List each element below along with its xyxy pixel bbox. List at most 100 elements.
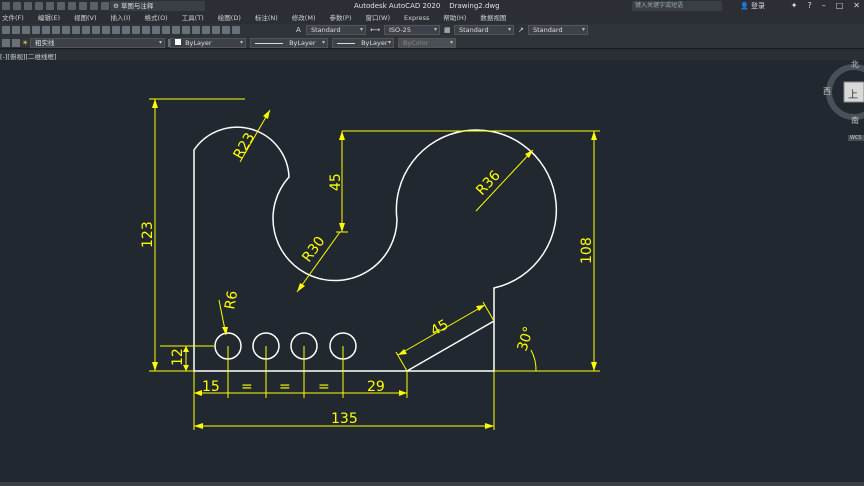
viewcube-west[interactable]: 西 bbox=[823, 86, 831, 97]
workspace-selector[interactable]: ⚙ 草图与注释 bbox=[110, 1, 205, 11]
plot-icon[interactable] bbox=[57, 2, 65, 10]
dim-text-r6: R6 bbox=[222, 289, 241, 310]
dim-style-value: ISO-25 bbox=[389, 26, 411, 34]
angle-arc bbox=[530, 349, 537, 372]
print-icon[interactable] bbox=[32, 26, 40, 34]
menu-item-2[interactable]: 视图(V) bbox=[74, 13, 97, 24]
login-label: 登录 bbox=[750, 2, 765, 10]
tool-palettes-icon[interactable] bbox=[192, 26, 200, 34]
part-outline bbox=[193, 126, 558, 372]
workspace-label: 草图与注释 bbox=[120, 2, 154, 10]
new-file-icon[interactable] bbox=[13, 2, 21, 10]
menu-item-6[interactable]: 绘图(D) bbox=[218, 13, 241, 24]
save-as-icon[interactable] bbox=[46, 2, 54, 10]
dim-text-45v: 45 bbox=[328, 173, 344, 191]
menu-item-8[interactable]: 修改(M) bbox=[292, 13, 316, 24]
app-menu-icon[interactable] bbox=[2, 2, 10, 10]
save-icon[interactable] bbox=[22, 26, 30, 34]
window-title: Autodesk AutoCAD 2020 Drawing2.dwg bbox=[354, 2, 500, 10]
publish-icon[interactable] bbox=[52, 26, 60, 34]
markup-icon[interactable] bbox=[212, 26, 220, 34]
viewcube[interactable]: 北 西 南 上 WCS bbox=[818, 60, 864, 150]
match-properties-icon[interactable] bbox=[92, 26, 100, 34]
dim-45s-ext-1 bbox=[395, 351, 408, 372]
lineweight-select[interactable]: ByLayer bbox=[332, 38, 394, 48]
share-icon[interactable] bbox=[79, 2, 87, 10]
linetype-select[interactable]: ByLayer bbox=[250, 38, 328, 48]
exchange-icon[interactable]: ✦ bbox=[791, 1, 798, 10]
menu-item-10[interactable]: 窗口(W) bbox=[365, 13, 390, 24]
menu-item-4[interactable]: 格式(O) bbox=[145, 13, 168, 24]
undo-icon[interactable] bbox=[112, 26, 120, 34]
new-icon[interactable] bbox=[2, 26, 10, 34]
dim-text-eq-3: = bbox=[318, 379, 330, 395]
linetype-value: ByLayer bbox=[289, 39, 316, 47]
arrow-45s-2 bbox=[476, 305, 485, 311]
color-select[interactable]: ByLayer bbox=[170, 38, 246, 48]
open-icon[interactable] bbox=[12, 26, 20, 34]
menu-item-0[interactable]: 文件(F) bbox=[2, 13, 24, 24]
menu-item-5[interactable]: 工具(T) bbox=[182, 13, 204, 24]
pan-icon[interactable] bbox=[132, 26, 140, 34]
cut-icon[interactable] bbox=[62, 26, 70, 34]
properties-icon[interactable] bbox=[172, 26, 180, 34]
layer-visible-icon[interactable]: ☀ bbox=[22, 39, 28, 47]
redo-icon[interactable] bbox=[122, 26, 130, 34]
print-icon[interactable] bbox=[68, 2, 76, 10]
login-button[interactable]: 👤 登录 bbox=[740, 1, 765, 11]
menu-item-7[interactable]: 标注(N) bbox=[255, 13, 278, 24]
help-icon[interactable]: ? bbox=[807, 1, 811, 10]
wcs-label[interactable]: WCS bbox=[848, 135, 864, 141]
preview-icon[interactable] bbox=[42, 26, 50, 34]
menu-item-3[interactable]: 插入(I) bbox=[111, 13, 131, 24]
multileader-style-select[interactable]: Standard bbox=[528, 25, 588, 35]
menu-item-1[interactable]: 编辑(E) bbox=[38, 13, 60, 24]
copy-icon[interactable] bbox=[72, 26, 80, 34]
table-style-value: Standard bbox=[459, 26, 489, 34]
arrow-108-bottom bbox=[591, 362, 597, 371]
menu-item-11[interactable]: Express bbox=[404, 13, 429, 24]
save-icon[interactable] bbox=[35, 2, 43, 10]
user-icon: 👤 bbox=[740, 2, 749, 10]
file-name: Drawing2.dwg bbox=[449, 2, 500, 10]
open-file-icon[interactable] bbox=[24, 2, 32, 10]
menu-item-9[interactable]: 参数(P) bbox=[329, 13, 351, 24]
menu-item-13[interactable]: 数据视图 bbox=[480, 13, 506, 24]
table-style-icon: ▦ bbox=[444, 26, 451, 34]
app-name: Autodesk AutoCAD 2020 bbox=[354, 2, 441, 10]
design-center-icon[interactable] bbox=[182, 26, 190, 34]
zoom-window-icon[interactable] bbox=[152, 26, 160, 34]
undo-icon[interactable] bbox=[90, 2, 98, 10]
layer-manager-icon[interactable] bbox=[2, 39, 10, 47]
layer-select[interactable]: 粗实线 bbox=[30, 38, 165, 48]
arrow-123-top bbox=[152, 99, 158, 108]
arrow-123-bottom bbox=[152, 362, 158, 371]
text-style-select[interactable]: Standard bbox=[306, 25, 366, 35]
arrow-45v-bottom bbox=[339, 223, 345, 232]
slope-edge bbox=[406, 320, 495, 372]
minimize-icon[interactable]: – bbox=[822, 1, 826, 10]
dim-text-eq-1: = bbox=[241, 379, 253, 395]
viewcube-south[interactable]: 南 bbox=[851, 115, 859, 126]
drawing-canvas[interactable]: R23 R30 R36 R6 45 123 108 12 15 = = = 29… bbox=[0, 60, 864, 486]
table-style-select[interactable]: Standard bbox=[454, 25, 514, 35]
multileader-style-value: Standard bbox=[533, 26, 563, 34]
help-icon[interactable] bbox=[232, 26, 240, 34]
zoom-previous-icon[interactable] bbox=[162, 26, 170, 34]
redo-icon[interactable] bbox=[101, 2, 109, 10]
sheet-set-icon[interactable] bbox=[202, 26, 210, 34]
drawing-tab-bar bbox=[0, 50, 864, 60]
layer-state-icon[interactable] bbox=[12, 39, 20, 47]
arrow-r30 bbox=[297, 283, 305, 292]
calculator-icon[interactable] bbox=[222, 26, 230, 34]
block-editor-icon[interactable] bbox=[102, 26, 110, 34]
close-icon[interactable]: ✕ bbox=[853, 1, 860, 10]
maximize-icon[interactable]: □ bbox=[836, 1, 844, 10]
dim-style-select[interactable]: ISO-25 bbox=[384, 25, 440, 35]
menu-item-12[interactable]: 帮助(H) bbox=[443, 13, 466, 24]
text-style-value: Standard bbox=[311, 26, 341, 34]
search-input[interactable]: 键入关键字或短语 bbox=[632, 1, 722, 11]
paste-icon[interactable] bbox=[82, 26, 90, 34]
viewcube-north[interactable]: 北 bbox=[851, 59, 859, 70]
zoom-icon[interactable] bbox=[142, 26, 150, 34]
